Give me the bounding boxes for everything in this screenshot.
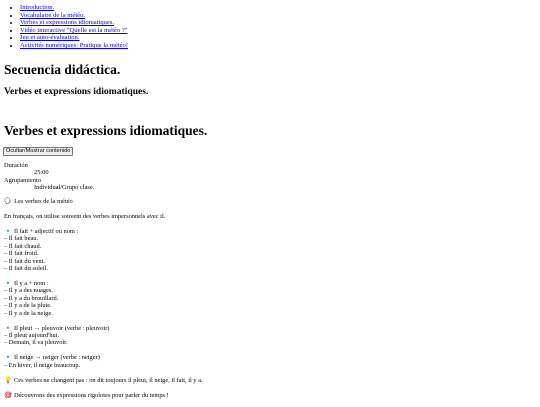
duration-value: 25:00: [34, 169, 49, 177]
nav-link-verbes[interactable]: Verbes et expressions idiomatiques.: [20, 19, 114, 26]
page-subtitle: Verbes et expressions idiomatiques.: [4, 86, 149, 97]
nav-item-vocabulaire: Vocabulaire de la météo.: [20, 12, 128, 20]
block-line: – Il y a des nuages.: [4, 287, 53, 295]
block-line: 🔹 Il pleut → pleuvoir (verbe : pleuvoir): [4, 325, 534, 332]
nav-item-jeu: Jeu et auto-évaluation.: [20, 34, 128, 42]
block-line: – Il pleut aujourd'hui.: [4, 332, 60, 340]
block-il-fait: 🔹 Il fait + adjectif ou nom : – Il fait b…: [4, 228, 534, 272]
block-line-text: Il fait + adjectif ou nom :: [13, 228, 79, 235]
small-blue-diamond-icon: 🔹: [4, 228, 12, 235]
block-line-text: Il y a + nom :: [13, 280, 49, 288]
small-blue-diamond-icon: 🔹: [4, 354, 12, 362]
small-blue-diamond-icon: 🔹: [4, 324, 12, 332]
activity-meta: Duración 25:00 Agrupamiento Individual/G…: [4, 162, 94, 192]
block-il-y-a: 🔹 Il y a + nom : – Il y a des nuages. – I…: [4, 280, 534, 317]
grouping-label: Agrupamiento: [4, 176, 41, 184]
content-heading: 🗣 Les verbes de la météo: [4, 198, 534, 205]
block-line: 🔹 Il neige → neiger (verbe : neiger): [4, 354, 534, 361]
block-line: – En hiver, il neige beaucoup.: [4, 361, 81, 369]
nav-item-activites: Activités numériques: Pratique la météo!: [20, 42, 128, 50]
page: Introduction. Vocabulaire de la météo. V…: [0, 0, 540, 405]
duration-label: Duración: [4, 162, 28, 169]
nav-item-introduction: Introduction.: [20, 4, 128, 12]
block-line: – Il fait froid.: [4, 250, 39, 258]
nav-link-activites[interactable]: Activités numériques: Pratique la météo!: [20, 42, 128, 49]
nav-item-video: Vidéo interactive "Quelle est la météo ?…: [20, 27, 128, 35]
tip-text: Ces verbes ne changent pas : on dit touj…: [13, 376, 203, 384]
grouping-value: Individual/Grupo clase.: [34, 184, 95, 192]
light-bulb-icon: 💡: [4, 376, 12, 384]
block-il-neige: 🔹 Il neige → neiger (verbe : neiger) – En…: [4, 354, 534, 369]
block-line: – Il fait beau.: [4, 235, 39, 243]
block-line: – Il y a du brouillard.: [4, 294, 59, 302]
nav-link-video[interactable]: Vidéo interactive "Quelle est la météo ?…: [20, 27, 128, 34]
small-blue-diamond-icon: 🔹: [4, 280, 12, 288]
block-line: – Il y a de la neige.: [4, 309, 53, 317]
target-icon: 🎯: [4, 391, 12, 399]
nav-link-introduction[interactable]: Introduction.: [20, 4, 54, 11]
lesson-content: 🗣 Les verbes de la météo En français, on …: [4, 198, 534, 407]
page-title: Secuencia didáctica.: [4, 62, 121, 77]
block-il-pleut: 🔹 Il pleut → pleuvoir (verbe : pleuvoir) …: [4, 325, 534, 347]
block-line: – Demain, il va pleuvoir.: [4, 339, 68, 347]
toggle-content-button[interactable]: Ocultar/Mostrar contenido: [3, 147, 74, 156]
section-nav: Introduction. Vocabulaire de la météo. V…: [4, 4, 128, 50]
block-line: 🔹 Il fait + adjectif ou nom :: [4, 228, 534, 235]
content-intro: En français, on utilise souvent des verb…: [4, 213, 166, 220]
nav-link-vocabulaire[interactable]: Vocabulaire de la météo.: [20, 12, 85, 19]
block-line: 🔹 Il y a + nom :: [4, 280, 534, 287]
closing-text: Découvrons des expressions rigolotes pou…: [13, 391, 169, 399]
block-line-text: Il neige → neiger (verbe : neiger): [13, 354, 100, 362]
block-line: – Il fait chaud.: [4, 242, 42, 250]
nav-item-verbes: Verbes et expressions idiomatiques.: [20, 19, 128, 27]
tip-line: 💡 Ces verbes ne changent pas : on dit tou…: [4, 377, 534, 384]
content-heading-text: Les verbes de la météo: [14, 198, 73, 205]
block-line: – Il fait du vent.: [4, 257, 45, 265]
block-line-text: Il pleut → pleuvoir (verbe : pleuvoir): [13, 324, 110, 332]
speech-head-icon: 🗣: [4, 198, 13, 205]
block-line: – Il fait du soleil.: [4, 265, 48, 273]
closing-line: 🎯 Découvrons des expressions rigolotes po…: [4, 392, 534, 399]
nav-link-jeu[interactable]: Jeu et auto-évaluation.: [20, 34, 80, 41]
section-title: Verbes et expressions idiomatiques.: [4, 123, 208, 138]
block-line: – Il y a de la pluie.: [4, 302, 52, 310]
